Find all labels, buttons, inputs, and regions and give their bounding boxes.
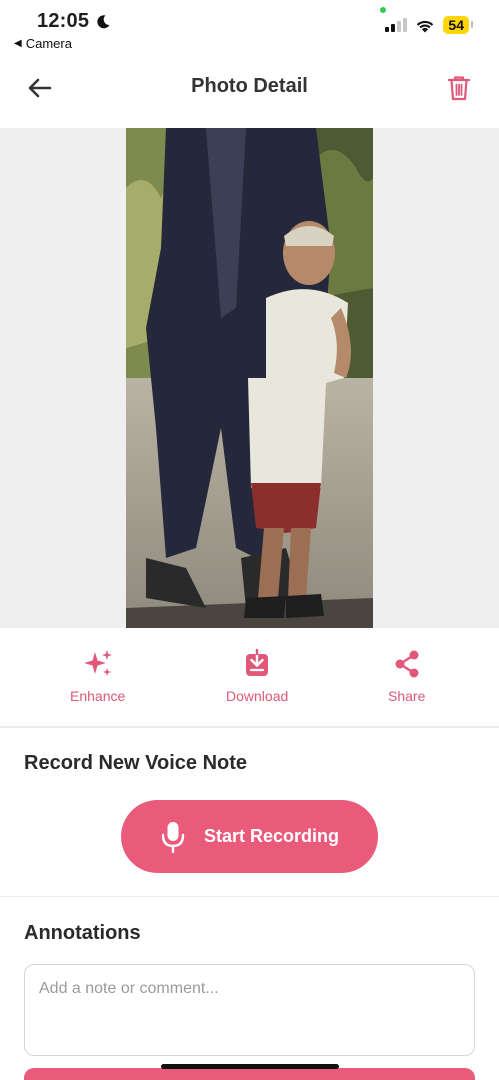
photo-viewer bbox=[0, 128, 499, 628]
time-text: 12:05 bbox=[37, 10, 90, 32]
annotation-input[interactable] bbox=[24, 964, 475, 1056]
share-icon bbox=[395, 650, 419, 678]
trash-icon bbox=[447, 76, 471, 101]
start-recording-button[interactable]: Start Recording bbox=[121, 800, 378, 873]
section-divider bbox=[0, 896, 499, 897]
annotations-title: Annotations bbox=[24, 922, 141, 944]
enhance-button[interactable]: Enhance bbox=[70, 648, 125, 704]
photo-image[interactable] bbox=[126, 128, 373, 628]
battery-indicator: 54 bbox=[443, 16, 473, 34]
back-triangle-icon: ◀ bbox=[14, 38, 22, 49]
enhance-label: Enhance bbox=[70, 688, 126, 704]
save-annotation-button[interactable] bbox=[24, 1068, 475, 1080]
home-indicator bbox=[161, 1064, 339, 1069]
start-recording-label: Start Recording bbox=[203, 826, 340, 846]
back-app-label: Camera bbox=[25, 36, 72, 51]
page-title: Photo Detail bbox=[191, 75, 308, 97]
download-button[interactable]: Download bbox=[226, 648, 288, 704]
share-label: Share bbox=[388, 688, 426, 704]
voice-note-title: Record New Voice Note bbox=[24, 752, 248, 774]
photo-illustration bbox=[126, 128, 373, 628]
app-header: Photo Detail bbox=[0, 56, 499, 128]
share-button[interactable]: Share bbox=[388, 648, 425, 704]
cellular-signal-icon bbox=[385, 18, 408, 32]
status-icons: 54 bbox=[385, 16, 473, 34]
download-icon bbox=[246, 648, 269, 676]
sparkles-icon bbox=[83, 650, 112, 676]
wifi-icon bbox=[417, 20, 434, 32]
delete-button[interactable] bbox=[441, 70, 477, 106]
section-divider bbox=[0, 726, 499, 728]
download-label: Download bbox=[226, 688, 289, 704]
moon-icon bbox=[97, 14, 110, 28]
back-to-app-link[interactable]: ◀ Camera bbox=[14, 36, 72, 51]
status-time: 12:05 bbox=[37, 10, 111, 33]
microphone-icon bbox=[161, 821, 185, 853]
camera-in-use-indicator bbox=[380, 7, 386, 13]
status-bar: 12:05 ◀ Camera 54 bbox=[0, 0, 499, 56]
photo-actions: Enhance Download Share bbox=[0, 628, 499, 726]
